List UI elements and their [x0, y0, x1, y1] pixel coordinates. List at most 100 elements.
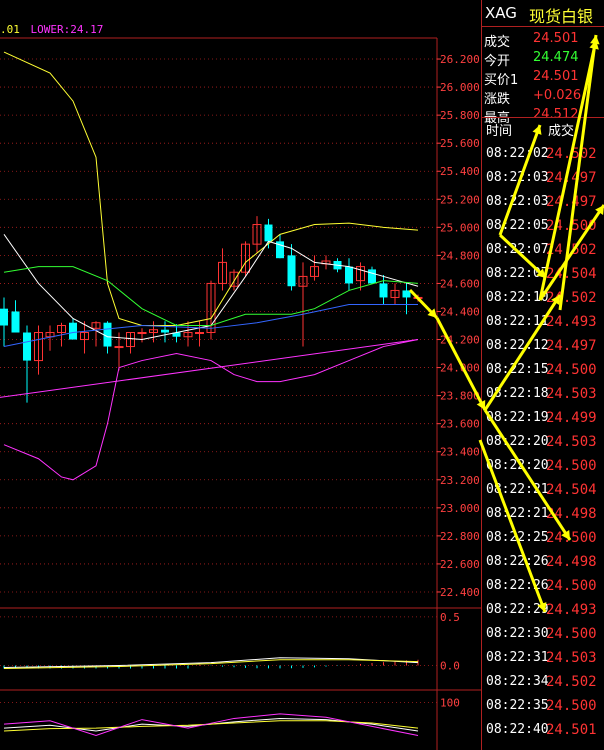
trade-row: 08:22:18 24.503	[482, 383, 604, 407]
trade-price: 24.493	[546, 314, 597, 330]
osc-tick-label: 0.0	[440, 660, 460, 673]
candle-body	[0, 308, 8, 326]
price-tick-label: 24.400	[440, 305, 480, 318]
candle-body	[103, 322, 112, 347]
trade-time: 08:22:12	[486, 338, 549, 353]
trade-time: 08:22:07	[486, 242, 549, 257]
price-tick-label: 22.400	[440, 586, 480, 599]
price-tick-label: 24.200	[440, 334, 480, 347]
price-tick-label: 25.600	[440, 137, 480, 150]
candle-body	[23, 332, 31, 361]
trade-price: 24.499	[546, 410, 597, 426]
candle-body	[137, 332, 147, 335]
kline-chart[interactable]: 26.200 26.000 25.800 25.600 25.400 25.200 25.0…	[0, 0, 481, 750]
trades-header-time: 时间	[486, 124, 513, 139]
trade-price: 24.500	[546, 362, 597, 378]
trade-time: 08:22:02	[486, 146, 549, 161]
trade-price: 24.502	[546, 674, 597, 690]
trade-time: 08:22:26	[486, 578, 549, 593]
trade-row: 08:22:19 24.499	[482, 407, 604, 431]
trade-price: 24.500	[546, 578, 597, 594]
price-tick-label: 22.800	[440, 530, 480, 543]
trade-price: 24.500	[546, 218, 597, 234]
quote-row: 涨跌 +0.026	[482, 87, 604, 107]
trade-time: 08:22:20	[486, 458, 549, 473]
trade-row: 08:22:25 24.500	[482, 527, 604, 551]
ma-line-magenta-band	[3, 339, 419, 481]
trade-time: 08:22:21	[486, 506, 549, 521]
osc-tick-label: 0.5	[440, 611, 460, 624]
price-tick-label: 25.200	[440, 193, 480, 206]
quote-label: 成交	[484, 35, 511, 50]
trade-time: 08:22:29	[486, 602, 549, 617]
candle-body	[379, 283, 388, 298]
candle-body	[287, 255, 296, 287]
quote-row: 今开 24.474	[482, 49, 604, 69]
price-tick-label: 24.600	[440, 277, 480, 290]
trade-time: 08:22:11	[486, 314, 549, 329]
trade-row: 08:22:03 24.497	[482, 191, 604, 215]
price-tick-label: 23.200	[440, 474, 480, 487]
trade-row: 08:22:12 24.497	[482, 335, 604, 359]
price-tick-label: 22.600	[440, 558, 480, 571]
trade-row: 08:22:26 24.498	[482, 551, 604, 575]
quote-label: 买价1	[484, 73, 519, 88]
symbol-code: XAG	[485, 4, 517, 22]
candle-body	[69, 322, 77, 340]
trade-row: 08:22:35 24.500	[482, 695, 604, 719]
legend-mid-fragment: .01	[0, 23, 20, 36]
price-tick-label: 25.400	[440, 165, 480, 178]
trade-price: 24.498	[546, 506, 597, 522]
trade-price: 24.493	[546, 602, 597, 618]
trade-price: 24.500	[546, 698, 597, 714]
trade-row: 08:22:11 24.493	[482, 311, 604, 335]
candle-body	[195, 332, 204, 335]
osc-line-dif	[3, 657, 419, 668]
kdj-tick-label: 100	[440, 697, 460, 710]
trade-time: 08:22:35	[486, 698, 549, 713]
price-tick-label: 24.800	[440, 249, 480, 262]
price-tick-label: 26.200	[440, 53, 480, 66]
trade-price: 24.500	[546, 530, 597, 546]
trade-time: 08:22:40	[486, 722, 549, 737]
trade-time: 08:22:19	[486, 410, 549, 425]
candle-body	[345, 266, 353, 284]
trade-time: 08:22:15	[486, 362, 549, 377]
trades-header: 时间 成交	[482, 117, 604, 142]
osc-line-dea	[3, 659, 419, 669]
candle-body	[114, 346, 124, 349]
trade-time: 08:22:10	[486, 290, 549, 305]
candle-body	[368, 269, 376, 284]
trade-row: 08:22:07 24.502	[482, 239, 604, 263]
quote-value: +0.026	[533, 88, 582, 103]
trade-price: 24.497	[546, 170, 597, 186]
trade-price: 24.503	[546, 650, 597, 666]
quote-label: 今开	[484, 54, 511, 69]
trade-price: 24.504	[546, 482, 597, 498]
trade-row: 08:22:30 24.500	[482, 623, 604, 647]
trade-time: 08:22:05	[486, 218, 549, 233]
quote-value: 24.474	[533, 50, 579, 65]
trade-time: 08:22:30	[486, 626, 549, 641]
trade-price: 24.498	[546, 554, 597, 570]
symbol-name: 现货白银	[529, 7, 594, 26]
trade-price: 24.503	[546, 386, 597, 402]
trade-row: 08:22:05 24.500	[482, 215, 604, 239]
quote-row: 成交 24.501	[482, 30, 604, 50]
price-tick-label: 23.000	[440, 502, 480, 515]
price-tick-label: 25.000	[440, 221, 480, 234]
price-tick-label: 23.600	[440, 418, 480, 431]
trade-time: 08:22:25	[486, 530, 549, 545]
trade-time: 08:22:34	[486, 674, 549, 689]
indicator-legend: .01 LOWER:24.17	[0, 23, 103, 36]
trade-row: 08:22:40 24.501	[482, 719, 604, 743]
trade-row: 08:22:34 24.502	[482, 671, 604, 695]
quote-value: 24.501	[533, 69, 579, 84]
trade-row: 08:22:20 24.500	[482, 455, 604, 479]
trade-price: 24.503	[546, 434, 597, 450]
trade-time: 08:22:03	[486, 194, 549, 209]
trade-time: 08:22:31	[486, 650, 549, 665]
price-tick-label: 23.400	[440, 446, 480, 459]
trade-price: 24.502	[546, 290, 597, 306]
trade-row: 08:22:29 24.493	[482, 599, 604, 623]
